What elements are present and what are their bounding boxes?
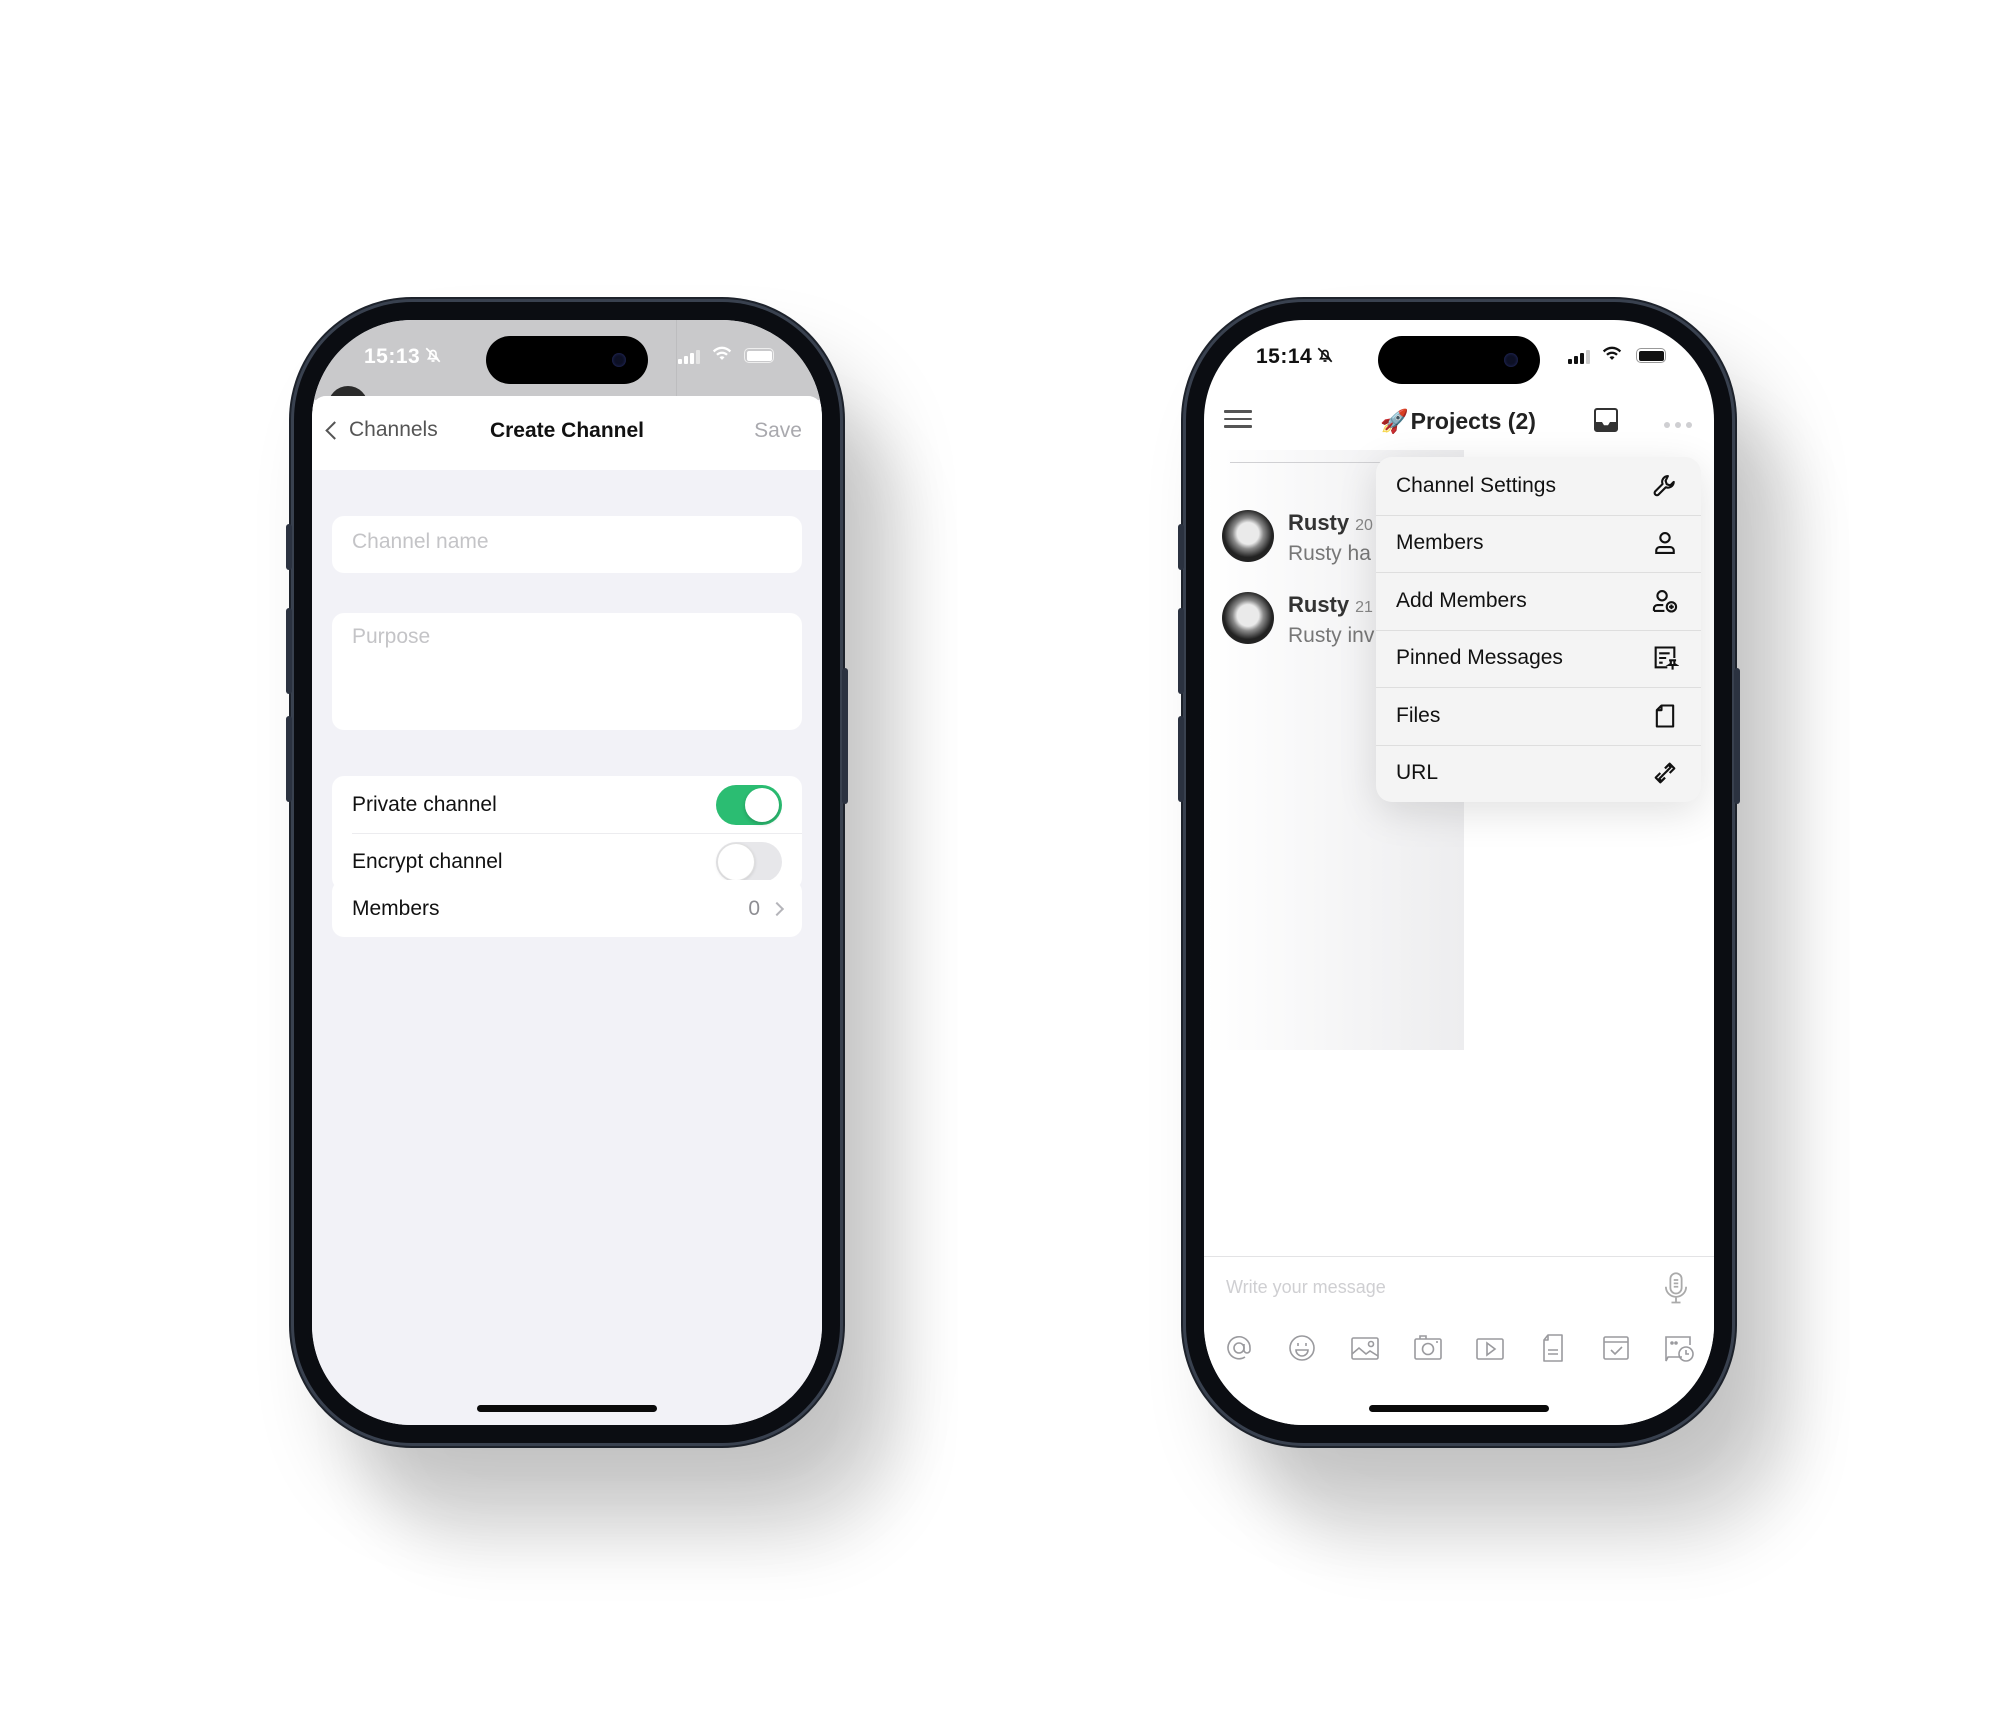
pinned-note-icon (1654, 646, 1679, 670)
private-channel-row: Private channel (332, 776, 802, 833)
volume-up-button (286, 608, 292, 694)
power-button (842, 668, 848, 804)
home-indicator[interactable] (477, 1405, 657, 1412)
channel-name-input[interactable] (352, 530, 782, 554)
file-icon (1655, 704, 1675, 728)
members-count: 0 (748, 896, 760, 920)
power-button (1734, 668, 1740, 804)
task-icon[interactable] (1599, 1331, 1633, 1365)
channel-name-field[interactable] (332, 516, 802, 573)
battery-icon (1636, 348, 1666, 363)
home-indicator[interactable] (1369, 1405, 1549, 1412)
page-title: Create Channel (489, 419, 645, 442)
action-button (1178, 524, 1184, 570)
members-group: Members 0 (332, 880, 802, 937)
at-mention-icon[interactable] (1222, 1331, 1256, 1365)
nav-bar: Channels Create Channel Save (312, 396, 822, 470)
image-icon[interactable] (1348, 1331, 1382, 1365)
menu-item-channel-settings[interactable]: Channel Settings (1376, 457, 1701, 515)
document-icon[interactable] (1536, 1331, 1570, 1365)
rocket-emoji-icon: 🚀 (1380, 408, 1409, 434)
channel-options-menu: Channel Settings Members Add Members Pin… (1376, 457, 1701, 802)
menu-item-label: URL (1396, 761, 1439, 785)
message-item[interactable]: Rusty 20 Rusty ha (1222, 510, 1373, 566)
message-text: Rusty ha (1288, 542, 1371, 565)
scheduled-message-icon[interactable] (1662, 1331, 1696, 1365)
avatar[interactable] (1222, 510, 1274, 562)
bell-muted-icon (1316, 346, 1334, 369)
encrypt-channel-label: Encrypt channel (352, 849, 503, 873)
menu-item-files[interactable]: Files (1376, 687, 1701, 745)
message-timestamp: 20 (1355, 517, 1373, 534)
screen: 15:14 🚀 Projects (2) Rusty 20 Rusty ha R… (1204, 320, 1714, 1425)
menu-item-url[interactable]: URL (1376, 744, 1701, 803)
composer-toolbar (1222, 1331, 1696, 1365)
wifi-icon (712, 346, 732, 367)
channel-title-text: Projects (2) (1410, 408, 1536, 434)
camera-icon[interactable] (1411, 1331, 1445, 1365)
message-timestamp: 21 (1355, 599, 1373, 616)
message-item[interactable]: Rusty 21 Rusty inv (1222, 592, 1374, 648)
menu-item-label: Channel Settings (1396, 473, 1556, 497)
action-button (286, 524, 292, 570)
purpose-field[interactable] (332, 613, 802, 730)
menu-item-add-members[interactable]: Add Members (1376, 572, 1701, 630)
link-icon (1654, 762, 1676, 784)
menu-item-label: Add Members (1396, 588, 1527, 612)
members-label: Members (352, 896, 440, 920)
channel-options-group: Private channel Encrypt channel (332, 776, 802, 890)
menu-item-label: Pinned Messages (1396, 646, 1563, 670)
encrypt-channel-toggle[interactable] (716, 841, 782, 882)
emoji-icon[interactable] (1285, 1331, 1319, 1365)
hamburger-menu-icon[interactable] (1224, 410, 1252, 433)
more-options-icon[interactable] (1664, 422, 1692, 428)
volume-down-button (1178, 716, 1184, 802)
cellular-signal-icon (1568, 348, 1590, 364)
user-add-icon (1652, 589, 1678, 613)
create-channel-sheet: Channels Create Channel Save Private cha… (312, 396, 822, 1425)
menu-item-pinned-messages[interactable]: Pinned Messages (1376, 629, 1701, 688)
avatar[interactable] (1222, 592, 1274, 644)
phone-channel-view: 15:14 🚀 Projects (2) Rusty 20 Rusty ha R… (1178, 302, 1740, 1443)
video-icon[interactable] (1473, 1331, 1507, 1365)
bell-muted-icon (424, 346, 442, 369)
save-button[interactable]: Save (754, 419, 802, 443)
wifi-icon (1602, 346, 1622, 367)
purpose-input[interactable] (352, 625, 782, 697)
message-composer (1204, 1256, 1714, 1425)
user-icon (1655, 532, 1675, 555)
channel-header: 🚀 Projects (2) (1204, 392, 1714, 452)
screen: 15:13 Channels Create Channel Save Chann… (312, 320, 822, 1425)
status-time: 15:13 (364, 345, 421, 368)
wrench-icon (1653, 474, 1675, 496)
message-author[interactable]: Rusty (1288, 510, 1349, 535)
phone-create-channel: 15:13 Channels Create Channel Save Chann… (286, 302, 848, 1443)
private-channel-label: Private channel (352, 792, 497, 816)
status-time: 15:14 (1256, 345, 1313, 368)
message-input[interactable] (1226, 1277, 1626, 1298)
message-author[interactable]: Rusty (1288, 592, 1349, 617)
menu-item-members[interactable]: Members (1376, 514, 1701, 573)
chevron-right-icon (769, 901, 785, 916)
message-text: Rusty inv (1288, 624, 1375, 647)
members-row[interactable]: Members 0 (332, 880, 802, 937)
battery-icon (744, 348, 774, 363)
volume-down-button (286, 716, 292, 802)
cellular-signal-icon (678, 348, 700, 364)
volume-up-button (1178, 608, 1184, 694)
dynamic-island (486, 336, 648, 384)
menu-item-label: Members (1396, 531, 1484, 555)
private-channel-toggle[interactable] (716, 784, 782, 825)
channel-title[interactable]: 🚀 Projects (2) (1380, 408, 1536, 435)
menu-item-label: Files (1396, 703, 1441, 727)
microphone-icon[interactable] (1662, 1271, 1690, 1307)
dynamic-island (1378, 336, 1540, 384)
date-divider (1230, 462, 1390, 463)
inbox-icon[interactable] (1594, 408, 1618, 432)
